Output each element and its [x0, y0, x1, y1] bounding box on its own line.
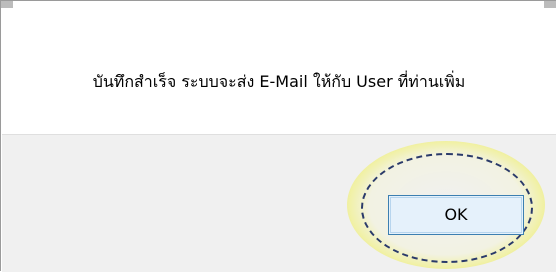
dialog-content: บันทึกสำเร็จ ระบบจะส่ง E-Mail ให้กับ Use…: [2, 8, 556, 134]
dialog-message: บันทึกสำเร็จ ระบบจะส่ง E-Mail ให้กับ Use…: [92, 72, 466, 91]
message-dialog: บันทึกสำเร็จ ระบบจะส่ง E-Mail ให้กับ Use…: [0, 0, 556, 272]
dialog-top-edge: [1, 1, 556, 8]
dialog-top-edge-inner: [13, 1, 544, 8]
ok-button[interactable]: OK: [388, 195, 524, 235]
